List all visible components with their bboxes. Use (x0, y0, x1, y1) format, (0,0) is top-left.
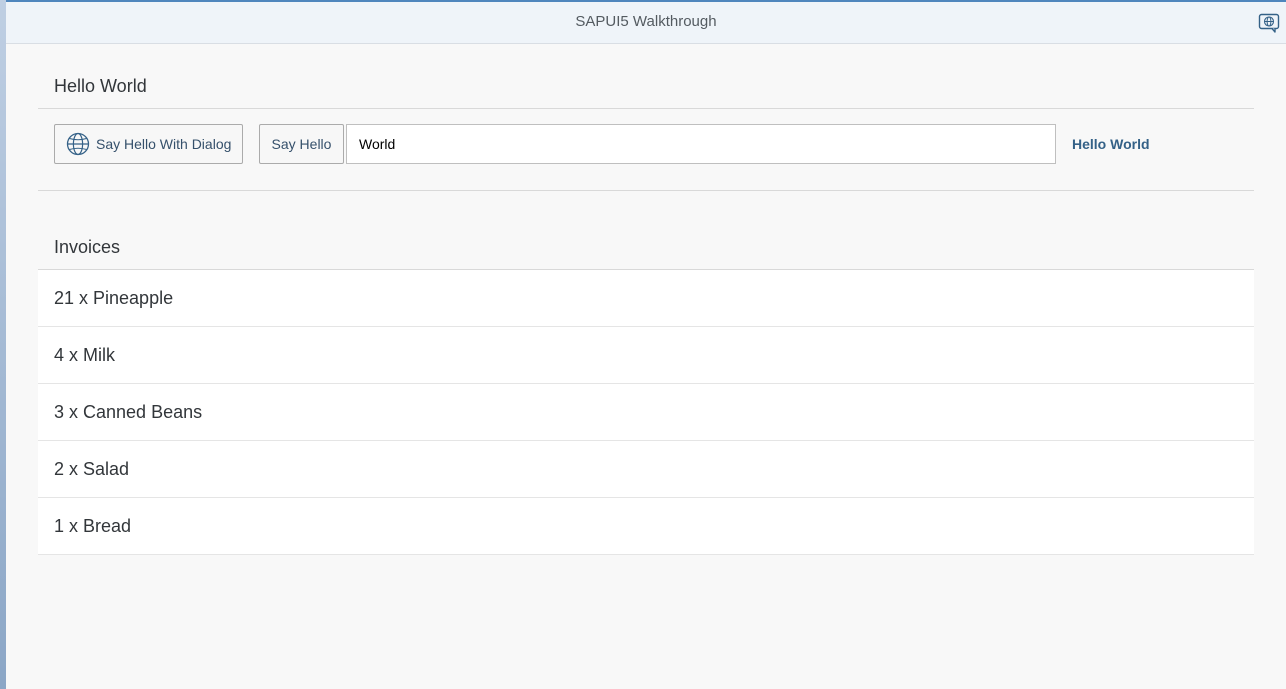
page-content: Hello World Say Hello With Dialog Say He… (6, 44, 1286, 689)
app-title: SAPUI5 Walkthrough (575, 13, 717, 30)
name-input[interactable]: World (346, 124, 1056, 164)
list-item[interactable]: 1 x Bread (38, 498, 1254, 555)
globe-icon (66, 132, 90, 156)
say-hello-with-dialog-label: Say Hello With Dialog (96, 136, 232, 152)
shell-header: SAPUI5 Walkthrough (6, 0, 1286, 44)
panel-divider (38, 190, 1254, 191)
invoices-title: Invoices (38, 205, 1254, 270)
hello-panel: Hello World Say Hello With Dialog Say He… (38, 44, 1254, 164)
greeting-text: Hello World (1072, 136, 1150, 152)
invoice-list: 21 x Pineapple 4 x Milk 3 x Canned Beans… (38, 270, 1254, 555)
invoices-panel: Invoices 21 x Pineapple 4 x Milk 3 x Can… (38, 205, 1254, 555)
list-item[interactable]: 2 x Salad (38, 441, 1254, 498)
list-item[interactable]: 21 x Pineapple (38, 270, 1254, 327)
help-globe-icon[interactable] (1256, 10, 1282, 36)
list-item[interactable]: 3 x Canned Beans (38, 384, 1254, 441)
hello-toolbar: Say Hello With Dialog Say Hello World He… (38, 123, 1254, 165)
list-item[interactable]: 4 x Milk (38, 327, 1254, 384)
hello-panel-title: Hello World (38, 44, 1254, 109)
say-hello-label: Say Hello (271, 136, 332, 152)
say-hello-button[interactable]: Say Hello (259, 124, 344, 164)
say-hello-with-dialog-button[interactable]: Say Hello With Dialog (54, 124, 243, 164)
